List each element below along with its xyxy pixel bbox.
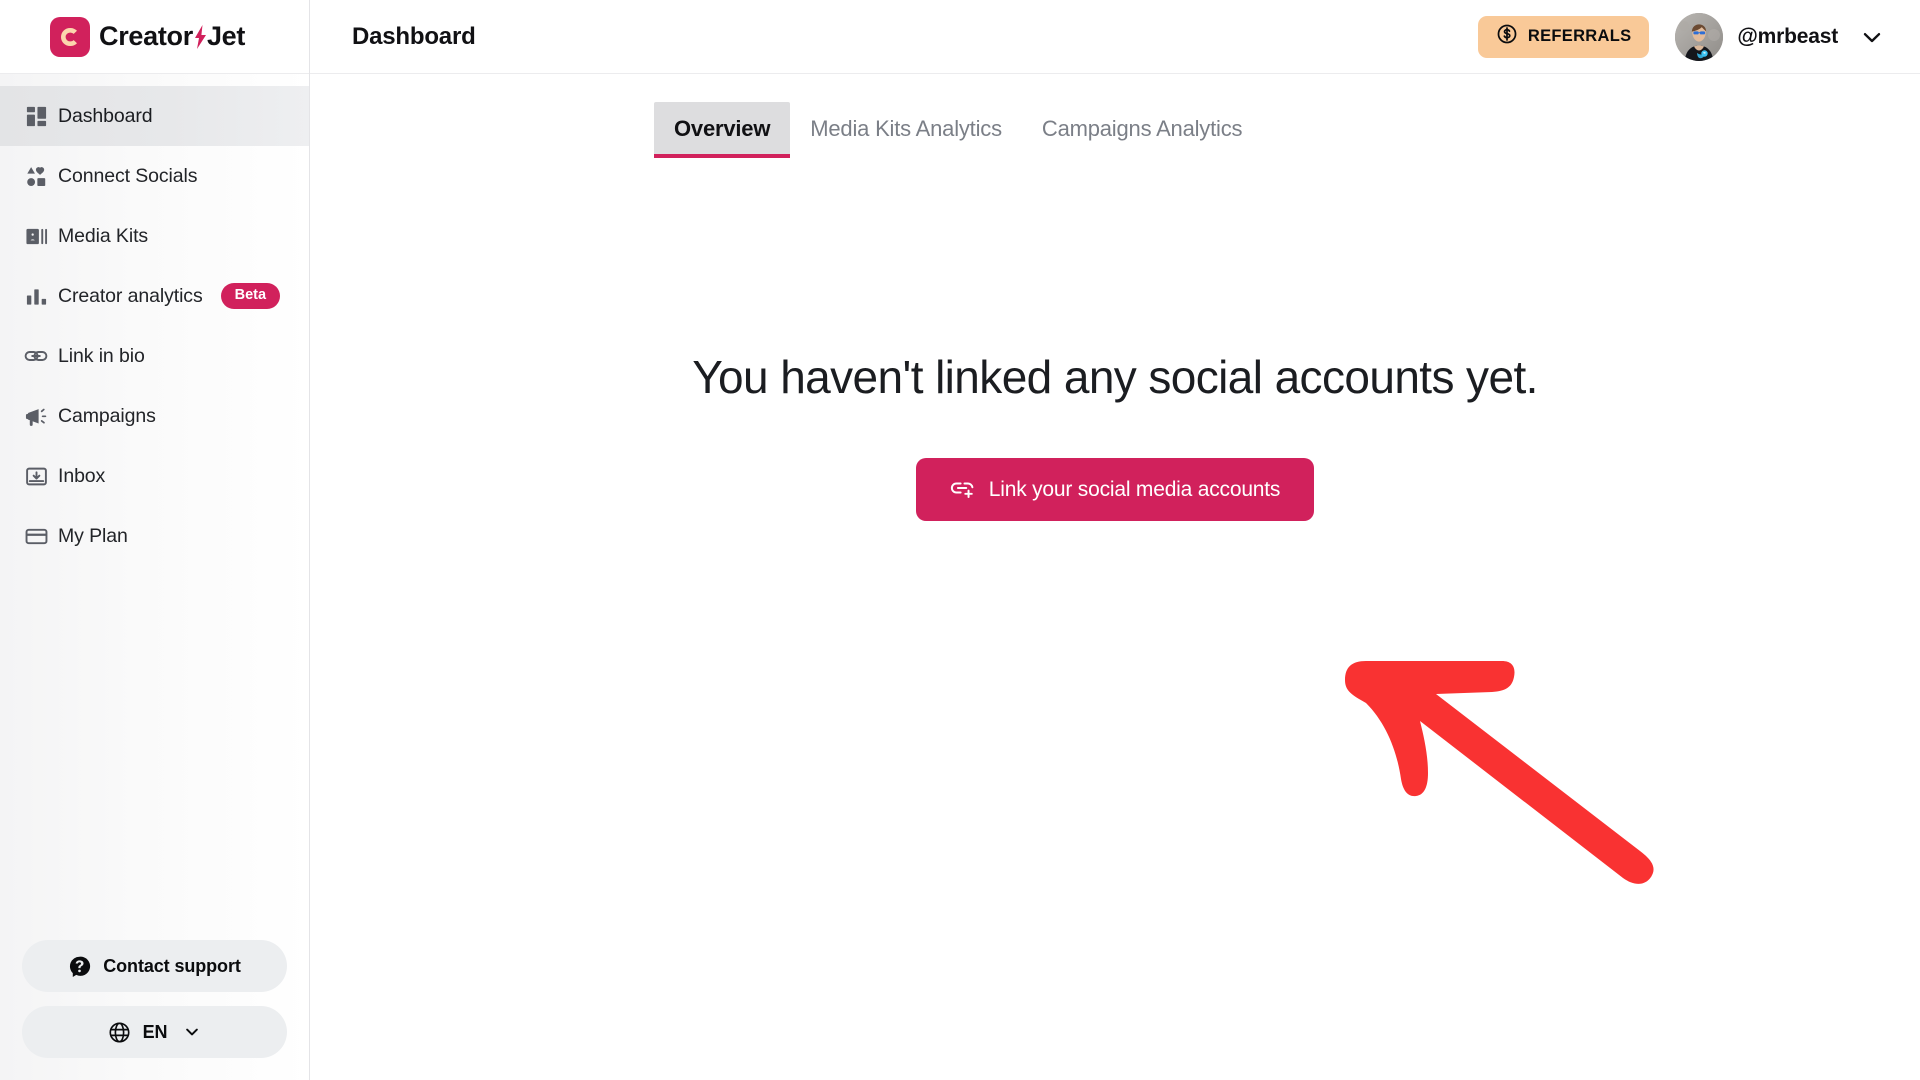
sidebar-item-label: Campaigns [58, 404, 156, 427]
sidebar-item-inbox[interactable]: Inbox [0, 446, 309, 506]
bar-chart-icon [14, 285, 58, 308]
sidebar-item-label: Link in bio [58, 344, 145, 367]
sidebar-item-label: Media Kits [58, 224, 149, 247]
sidebar-nav: Dashboard Connect Socials Media Kits Cre… [0, 74, 309, 926]
creatorjet-logo-mark-icon [50, 16, 90, 57]
brand-logo[interactable]: Creator Jet [0, 0, 309, 74]
lightning-bolt-icon [194, 24, 207, 49]
sidebar-item-label: Dashboard [58, 104, 153, 127]
link-social-accounts-label: Link your social media accounts [988, 477, 1281, 501]
empty-state: You haven't linked any social accounts y… [310, 0, 1920, 521]
sidebar-item-my-plan[interactable]: My Plan [0, 506, 309, 566]
sidebar-item-label: Inbox [58, 464, 106, 487]
contact-support-button[interactable]: Contact support [22, 940, 287, 992]
contact-support-label: Contact support [103, 955, 241, 976]
link-social-accounts-button[interactable]: Link your social media accounts [915, 458, 1315, 521]
brand-name-part2: Jet [206, 21, 246, 51]
dashboard-grid-icon [14, 105, 58, 128]
sidebar-item-link-in-bio[interactable]: Link in bio [0, 326, 309, 386]
inbox-download-icon [14, 465, 58, 488]
globe-icon [108, 1021, 131, 1044]
sidebar-item-dashboard[interactable]: Dashboard [0, 86, 309, 146]
brand-name-part1: Creator [99, 21, 193, 51]
question-mark-circle-icon [68, 955, 91, 978]
sidebar-item-label: My Plan [58, 524, 128, 547]
sidebar: Creator Jet Dashboard Connect Socials Me… [0, 0, 310, 1080]
shapes-icon [14, 165, 58, 188]
link-chain-icon [14, 344, 58, 368]
sidebar-item-connect-socials[interactable]: Connect Socials [0, 146, 309, 206]
link-plus-icon [950, 476, 975, 504]
language-label: EN [142, 1021, 168, 1042]
sidebar-item-campaigns[interactable]: Campaigns [0, 386, 309, 446]
chevron-down-icon [183, 1023, 201, 1041]
sidebar-item-label: Creator analytics [58, 284, 203, 307]
sidebar-item-media-kits[interactable]: Media Kits [0, 206, 309, 266]
sidebar-footer: Contact support EN [0, 926, 309, 1080]
beta-badge: Beta [220, 283, 281, 309]
sidebar-item-label: Connect Socials [58, 164, 198, 187]
app-root: Creator Jet Dashboard Connect Socials Me… [0, 0, 1920, 1080]
media-kit-card-icon [14, 225, 58, 248]
credit-card-icon [14, 525, 58, 548]
megaphone-icon [14, 405, 58, 428]
empty-state-title: You haven't linked any social accounts y… [692, 351, 1538, 403]
brand-wordmark: Creator Jet [99, 21, 245, 52]
language-selector[interactable]: EN [22, 1006, 287, 1058]
sidebar-item-creator-analytics[interactable]: Creator analytics Beta [0, 266, 309, 326]
